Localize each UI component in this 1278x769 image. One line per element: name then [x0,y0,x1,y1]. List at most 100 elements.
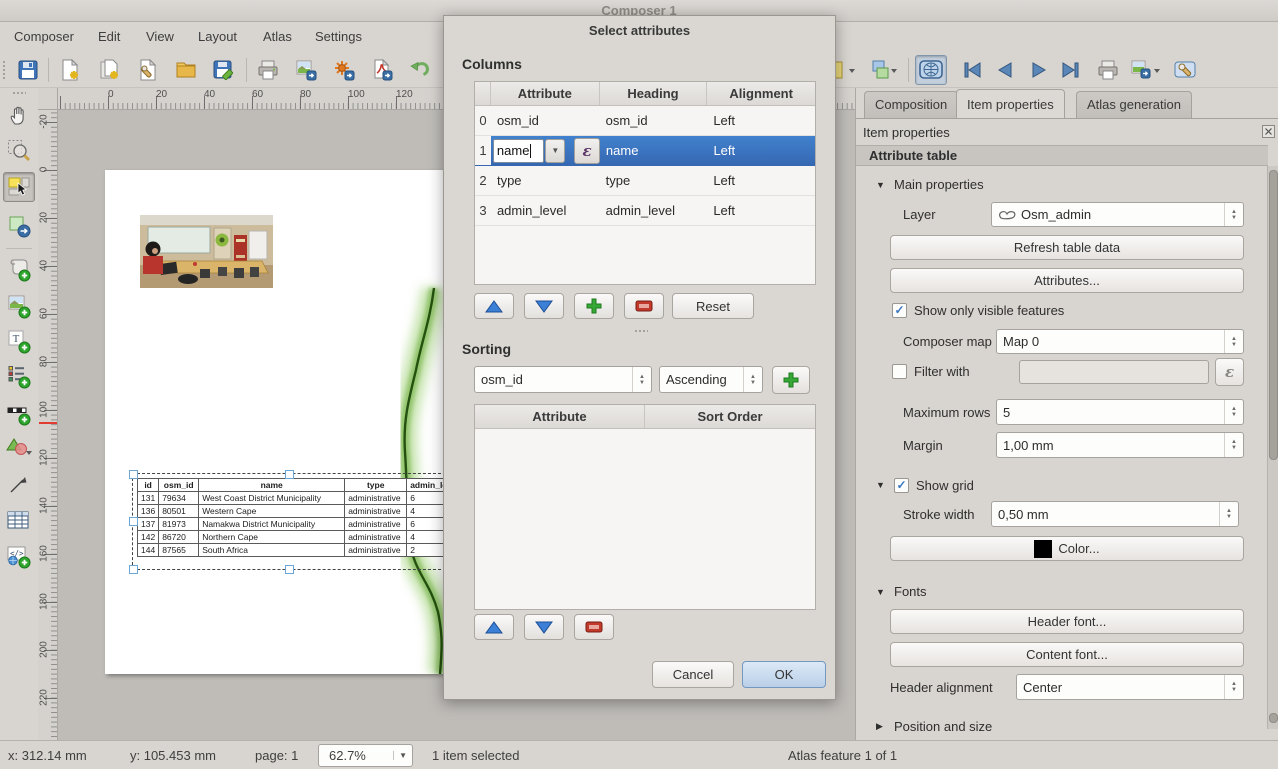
attribute-col-header[interactable]: Attribute [491,82,600,105]
resize-handle[interactable] [129,470,138,479]
attribute-cell[interactable]: type [491,166,600,195]
show-grid-checkbox[interactable]: ✓ [894,478,909,493]
column-remove-button[interactable] [624,293,664,319]
add-scalebar-tool-button[interactable] [3,398,35,428]
attribute-dropdown-button[interactable]: ▼ [545,139,565,163]
picture-item[interactable] [140,215,273,288]
menu-edit[interactable]: Edit [92,22,126,52]
atlas-preview-button[interactable] [915,55,947,85]
sorting-order-combobox[interactable]: Ascending ▲▼ [659,366,763,393]
add-shape-dropdown-button[interactable] [3,434,35,464]
heading-cell[interactable]: admin_level [600,196,708,225]
collapse-arrow-icon[interactable]: ▼ [876,180,885,190]
cancel-button[interactable]: Cancel [652,661,734,688]
add-attribute-table-tool-button[interactable] [3,506,35,536]
refresh-table-data-button[interactable]: Refresh table data [890,235,1244,260]
close-panel-icon[interactable] [1262,125,1275,138]
content-font-button[interactable]: Content font... [890,642,1244,667]
map-item[interactable] [330,170,443,674]
toolbar-handle[interactable] [2,60,7,80]
grid-color-button[interactable]: Color... [890,536,1244,561]
sort-order-col-header[interactable]: Sort Order [645,405,815,428]
filter-with-label[interactable]: Filter with [914,364,970,379]
alignment-col-header[interactable]: Alignment [707,82,815,105]
export-pdf-button[interactable] [366,55,398,85]
raise-items-dropdown-button[interactable] [866,55,902,85]
export-svg-button[interactable] [328,55,360,85]
pan-tool-button[interactable] [3,100,35,130]
alignment-cell[interactable]: Left [707,196,815,225]
columns-row-2[interactable]: 2 type type Left [475,166,815,196]
sorting-table[interactable]: Attribute Sort Order [474,404,816,610]
resize-handle[interactable] [129,517,138,526]
menu-layout[interactable]: Layout [192,22,243,52]
stroke-width-spinbox[interactable]: 0,50 mm ▲▼ [991,501,1239,527]
sorting-add-button[interactable] [772,366,810,394]
export-atlas-dropdown-button[interactable] [1126,55,1166,85]
item-toolbar-handle[interactable] [12,91,26,95]
sorting-attribute-combobox[interactable]: osm_id ▲▼ [474,366,652,393]
columns-row-0[interactable]: 0 osm_id osm_id Left [475,106,815,136]
resize-handle[interactable] [285,470,294,479]
zoom-level-combobox[interactable]: 62.7% ▼ [318,744,413,767]
duplicate-composition-button[interactable] [94,55,126,85]
sorting-move-down-button[interactable] [524,614,564,640]
composition-manager-button[interactable] [132,55,164,85]
margin-spinbox[interactable]: 1,00 mm ▲▼ [996,432,1244,458]
heading-cell[interactable]: osm_id [600,106,708,135]
save-project-button[interactable] [12,55,44,85]
add-image-tool-button[interactable] [3,291,35,321]
layer-combobox[interactable]: Osm_admin ▲▼ [991,202,1244,227]
fonts-label[interactable]: Fonts [894,584,927,599]
undo-button[interactable] [404,55,436,85]
show-grid-label[interactable]: Show grid [916,478,974,493]
column-add-button[interactable] [574,293,614,319]
menu-settings[interactable]: Settings [309,22,368,52]
show-only-visible-checkbox[interactable]: ✓ [892,303,907,318]
add-label-tool-button[interactable]: T [3,326,35,356]
tab-item-properties[interactable]: Item properties [956,89,1065,118]
sorting-move-up-button[interactable] [474,614,514,640]
export-image-button[interactable] [290,55,322,85]
column-move-up-button[interactable] [474,293,514,319]
header-alignment-combobox[interactable]: Center ▲▼ [1016,674,1244,700]
move-item-content-tool-button[interactable] [3,211,35,241]
columns-row-1-selected[interactable]: 1 name ▼ ε name Left [475,136,815,166]
resize-handle[interactable] [285,565,294,574]
atlas-next-feature-button[interactable] [1022,55,1054,85]
filter-expression-builder-button[interactable]: ε [1215,358,1244,386]
sort-attribute-col-header[interactable]: Attribute [475,405,645,428]
collapse-arrow-icon[interactable]: ▼ [876,480,885,490]
atlas-first-feature-button[interactable] [957,55,989,85]
attribute-cell[interactable]: osm_id [491,106,600,135]
new-composition-button[interactable] [54,55,86,85]
ok-button[interactable]: OK [742,661,826,688]
menu-composer[interactable]: Composer [8,22,80,52]
position-and-size-label[interactable]: Position and size [894,719,992,734]
print-atlas-button[interactable] [1092,55,1124,85]
columns-table[interactable]: Attribute Heading Alignment 0 osm_id osm… [474,81,816,285]
alignment-cell[interactable]: Left [707,106,815,135]
header-font-button[interactable]: Header font... [890,609,1244,634]
alignment-cell[interactable]: Left [707,136,815,165]
add-map-tool-button[interactable] [3,254,35,284]
alignment-cell[interactable]: Left [707,166,815,195]
composer-map-combobox[interactable]: Map 0 ▲▼ [996,329,1244,354]
attribute-table-item[interactable]: id osm_id name type admin_level 13179634… [137,478,463,557]
maximum-rows-spinbox[interactable]: 5 ▲▼ [996,399,1244,425]
select-move-item-tool-button[interactable] [3,172,35,202]
atlas-last-feature-button[interactable] [1054,55,1086,85]
save-as-template-button[interactable] [208,55,240,85]
filter-with-checkbox[interactable]: ✓ [892,364,907,379]
print-button[interactable] [252,55,284,85]
expand-arrow-icon[interactable]: ▶ [876,721,883,732]
attribute-edit-field[interactable]: name [493,139,544,163]
collapse-arrow-icon[interactable]: ▼ [876,587,885,597]
scrollbar-end[interactable] [1269,713,1278,723]
sorting-remove-button[interactable] [574,614,614,640]
column-move-down-button[interactable] [524,293,564,319]
heading-cell[interactable]: type [600,166,708,195]
heading-col-header[interactable]: Heading [600,82,708,105]
columns-row-3[interactable]: 3 admin_level admin_level Left [475,196,815,226]
tab-atlas-generation[interactable]: Atlas generation [1076,91,1192,118]
